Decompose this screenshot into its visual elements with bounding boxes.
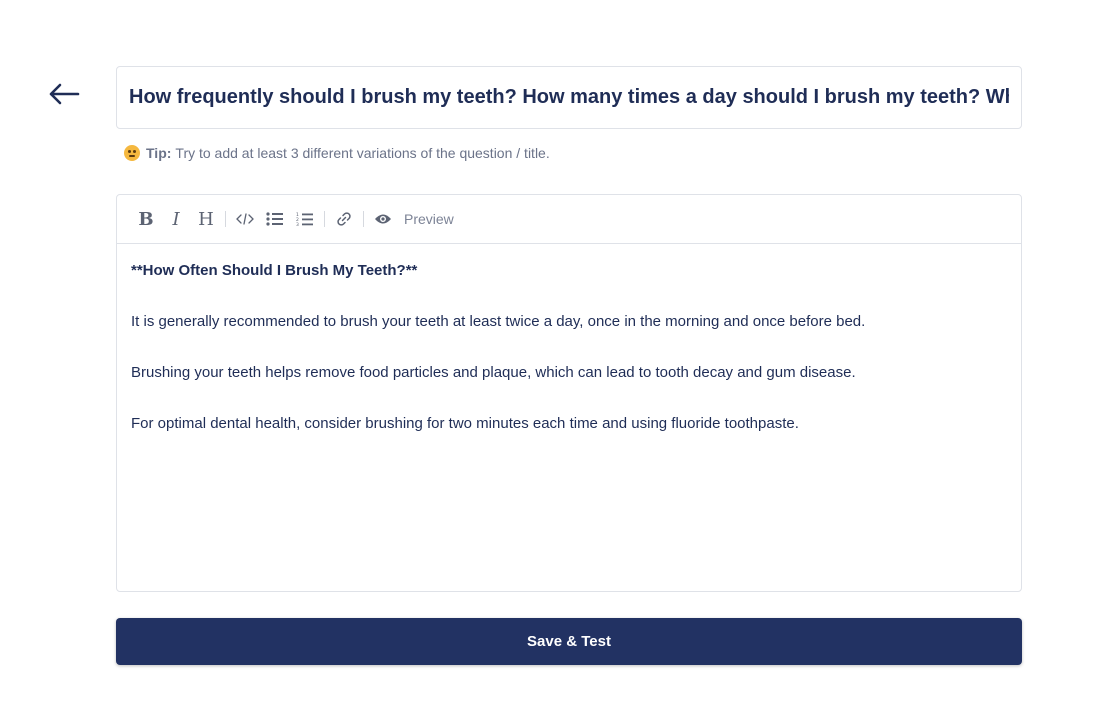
thinking-face-icon bbox=[124, 145, 140, 161]
numbered-list-icon: 1 2 3 bbox=[296, 212, 313, 227]
toolbar-divider bbox=[324, 211, 325, 227]
ordered-list-button[interactable]: 1 2 3 bbox=[290, 204, 320, 234]
unordered-list-button[interactable] bbox=[260, 204, 290, 234]
arrow-left-icon bbox=[49, 83, 80, 105]
eye-icon bbox=[375, 214, 391, 224]
link-button[interactable] bbox=[329, 204, 359, 234]
toolbar-divider bbox=[363, 211, 364, 227]
content-paragraph: It is generally recommended to brush you… bbox=[131, 313, 866, 330]
content-heading: **How Often Should I Brush My Teeth?** bbox=[131, 262, 418, 279]
code-button[interactable] bbox=[230, 204, 260, 234]
markdown-editor: B I H 1 2 3 Preview **How Often Should I… bbox=[116, 194, 1022, 592]
svg-text:3: 3 bbox=[296, 222, 299, 227]
save-and-test-button[interactable]: Save & Test bbox=[116, 618, 1022, 665]
bullet-list-icon bbox=[266, 212, 283, 226]
toolbar-divider bbox=[225, 211, 226, 227]
content-paragraph: For optimal dental health, consider brus… bbox=[131, 415, 799, 432]
preview-label[interactable]: Preview bbox=[404, 211, 454, 227]
content-paragraph: Brushing your teeth helps remove food pa… bbox=[131, 364, 856, 381]
bold-button[interactable]: B bbox=[131, 204, 161, 234]
link-icon bbox=[337, 212, 351, 226]
tip-text: Try to add at least 3 different variatio… bbox=[175, 145, 550, 161]
code-icon bbox=[236, 213, 254, 225]
preview-toggle[interactable] bbox=[368, 204, 398, 234]
heading-button[interactable]: H bbox=[191, 204, 221, 234]
tip: Tip: Try to add at least 3 different var… bbox=[124, 145, 550, 161]
title-input[interactable] bbox=[117, 67, 1021, 128]
editor-toolbar: B I H 1 2 3 Preview bbox=[117, 195, 1021, 244]
italic-button[interactable]: I bbox=[161, 204, 191, 234]
title-field[interactable] bbox=[116, 66, 1022, 129]
editor-content[interactable]: **How Often Should I Brush My Teeth?** I… bbox=[117, 244, 1021, 484]
back-button[interactable] bbox=[46, 80, 82, 108]
edit-question-page: Tip: Try to add at least 3 different var… bbox=[0, 0, 1119, 720]
tip-label: Tip: bbox=[146, 145, 172, 161]
